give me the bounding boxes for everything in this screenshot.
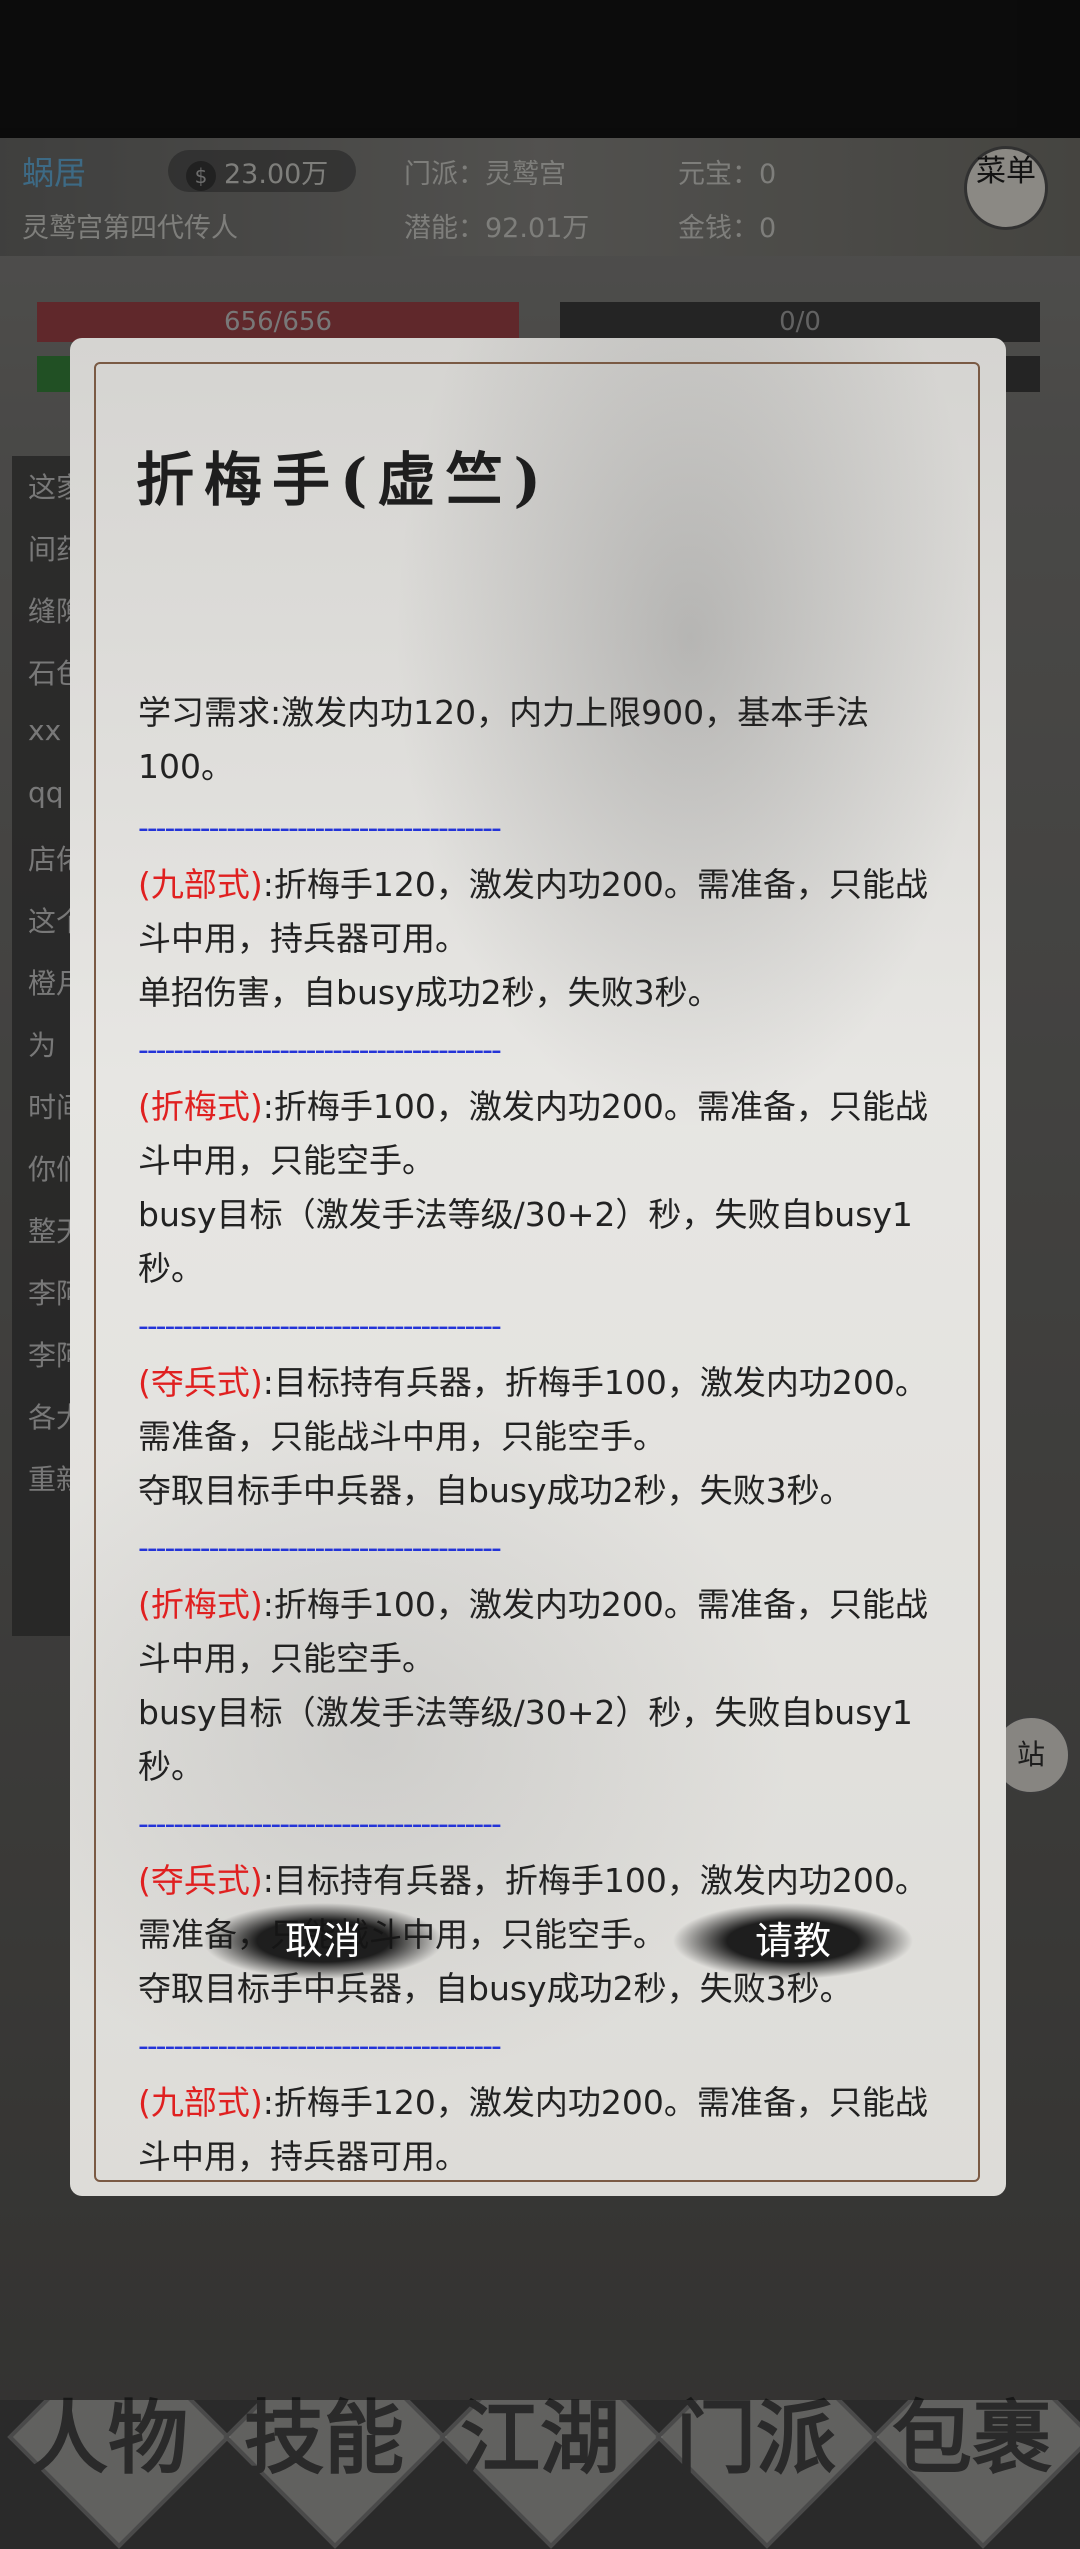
move-separator: ----------------------------------------… bbox=[138, 814, 502, 844]
skill-dialog: 折梅手(虚竺) 学习需求:激发内功120，内力上限900，基本手法100。 --… bbox=[70, 338, 1006, 2196]
move-name: (九部式) bbox=[138, 2083, 263, 2122]
move-effect: 单招伤害，自busy成功2秒，失败3秒。 bbox=[138, 2184, 944, 2186]
learn-requirement: 学习需求:激发内功120，内力上限900，基本手法100。 bbox=[138, 693, 870, 786]
move-requirement: (夺兵式):目标持有兵器，折梅手100，激发内功200。需准备，只能战斗中用，只… bbox=[138, 1356, 944, 1464]
move-effect: busy目标（激发手法等级/30+2）秒，失败自busy1秒。 bbox=[138, 1195, 913, 1288]
move-name: (折梅式) bbox=[138, 1585, 263, 1624]
move-separator: ----------------------------------------… bbox=[138, 1036, 502, 1066]
move-entry: (折梅式):折梅手100，激发内功200。需准备，只能战斗中用，只能空手。 bus… bbox=[138, 1080, 944, 1296]
skill-title: 折梅手(虚竺) bbox=[136, 446, 551, 514]
move-requirement: (折梅式):折梅手100，激发内功200。需准备，只能战斗中用，只能空手。 bbox=[138, 1578, 944, 1686]
ask-button[interactable]: 请教 bbox=[670, 1900, 916, 1982]
move-entry: (折梅式):折梅手100，激发内功200。需准备，只能战斗中用，只能空手。 bus… bbox=[138, 1578, 944, 1794]
move-entry: (九部式):折梅手120，激发内功200。需准备，只能战斗中用，持兵器可用。单招… bbox=[138, 858, 944, 1020]
cancel-button[interactable]: 取消 bbox=[200, 1900, 446, 1982]
move-separator: ----------------------------------------… bbox=[138, 1534, 502, 1564]
move-name: (折梅式) bbox=[138, 1087, 263, 1126]
move-separator: ----------------------------------------… bbox=[138, 2032, 502, 2062]
move-effect: 单招伤害，自busy成功2秒，失败3秒。 bbox=[138, 973, 721, 1012]
move-name: (夺兵式) bbox=[138, 1363, 263, 1402]
move-name: (九部式) bbox=[138, 865, 263, 904]
move-requirement: (九部式):折梅手120，激发内功200。需准备，只能战斗中用，持兵器可用。 bbox=[138, 2076, 944, 2184]
move-separator: ----------------------------------------… bbox=[138, 1312, 502, 1342]
move-entry: (九部式):折梅手120，激发内功200。需准备，只能战斗中用，持兵器可用。单招… bbox=[138, 2076, 944, 2186]
move-effect: 夺取目标手中兵器，自busy成功2秒，失败3秒。 bbox=[138, 1471, 853, 1510]
move-name: (夺兵式) bbox=[138, 1861, 263, 1900]
move-separator: ----------------------------------------… bbox=[138, 1810, 502, 1840]
move-requirement: (九部式):折梅手120，激发内功200。需准备，只能战斗中用，持兵器可用。 bbox=[138, 858, 944, 966]
move-entry: (夺兵式):目标持有兵器，折梅手100，激发内功200。需准备，只能战斗中用，只… bbox=[138, 1356, 944, 1518]
move-requirement: (折梅式):折梅手100，激发内功200。需准备，只能战斗中用，只能空手。 bbox=[138, 1080, 944, 1188]
move-effect: busy目标（激发手法等级/30+2）秒，失败自busy1秒。 bbox=[138, 1693, 913, 1786]
